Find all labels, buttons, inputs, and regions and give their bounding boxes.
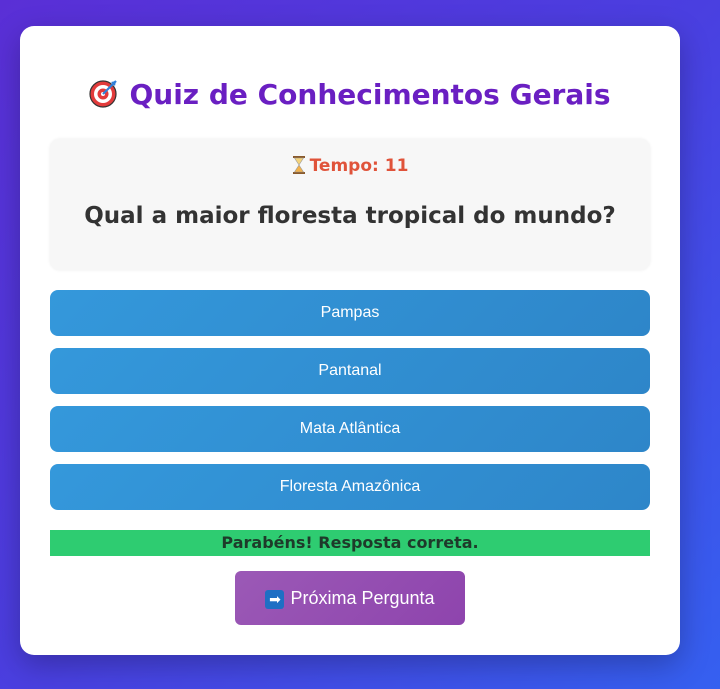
option-button[interactable]: Mata Atlântica [50,406,650,452]
arrow-right-icon: ➡ [265,590,285,609]
feedback-message: Parabéns! Resposta correta. [50,530,650,556]
question-text: Qual a maior floresta tropical do mundo? [84,203,616,229]
quiz-title-text: Quiz de Conhecimentos Gerais [129,78,611,111]
question-panel: Tempo: 11 Qual a maior floresta tropical… [50,139,650,270]
option-button[interactable]: Floresta Amazônica [50,464,650,510]
target-icon [89,80,118,108]
quiz-title: Quiz de Conhecimentos Gerais [20,78,680,111]
next-question-label: Próxima Pergunta [290,588,435,608]
timer-text: Tempo: 11 [309,156,409,176]
option-button[interactable]: Pantanal [50,348,650,394]
timer: Tempo: 11 [50,156,650,176]
hourglass-icon [292,156,305,174]
quiz-card: Quiz de Conhecimentos Gerais Tempo: 11 Q… [20,26,680,655]
option-button[interactable]: Pampas [50,290,650,336]
next-question-button[interactable]: ➡ Próxima Pergunta [235,571,465,625]
